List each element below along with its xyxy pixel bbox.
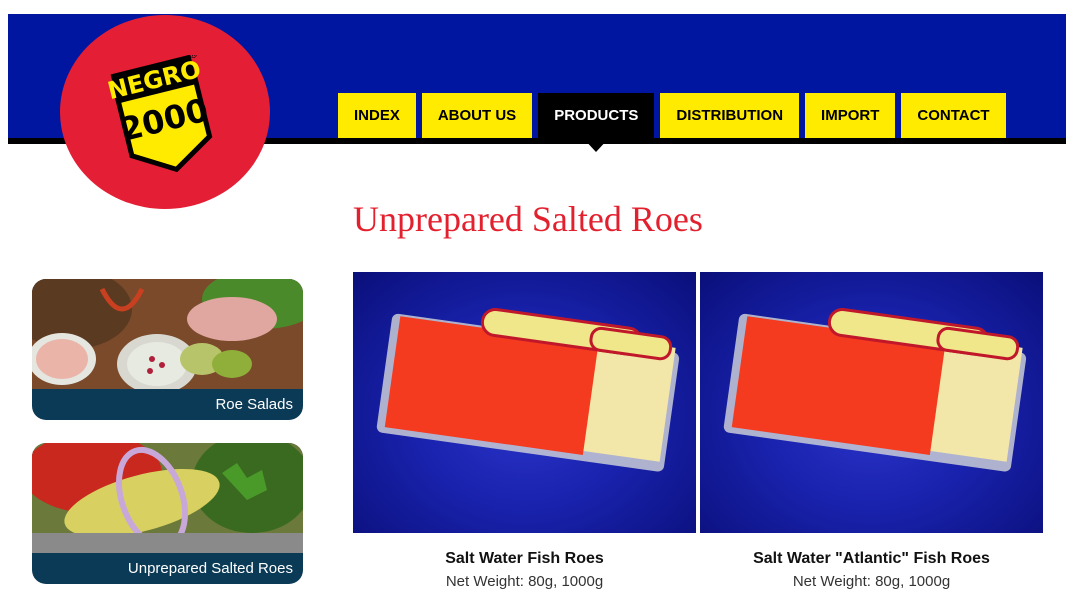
product-weight: Net Weight: 80g, 1000g bbox=[792, 573, 951, 590]
nav-about-us[interactable]: ABOUT US bbox=[421, 93, 533, 138]
sidebar-item-roe-salads[interactable]: Roe Salads bbox=[32, 279, 303, 420]
logo-badge-icon: NEGRO 2000 ® bbox=[105, 49, 213, 173]
sidebar-item-label: Roe Salads bbox=[215, 396, 293, 413]
product-weight: Net Weight: 80g, 1000g bbox=[445, 573, 604, 590]
nav-products[interactable]: PRODUCTS bbox=[538, 93, 655, 152]
sidebar-item-label: Unprepared Salted Roes bbox=[127, 560, 293, 577]
nav-import[interactable]: IMPORT bbox=[805, 93, 896, 138]
product-card: Salt Water "Atlantic" Fish Roes Net Weig… bbox=[700, 272, 1043, 590]
nav-distribution[interactable]: DISTRIBUTION bbox=[660, 93, 800, 138]
product-image[interactable] bbox=[700, 272, 1043, 533]
roe-salads-image bbox=[32, 279, 303, 389]
nav-index[interactable]: INDEX bbox=[338, 93, 416, 138]
sidebar-item-unprepared-salted-roes[interactable]: Unprepared Salted Roes bbox=[32, 443, 303, 584]
product-name: Salt Water Fish Roes bbox=[445, 550, 604, 567]
product-name: Salt Water "Atlantic" Fish Roes bbox=[753, 550, 990, 567]
product-card: Salt Water Fish Roes Net Weight: 80g, 10… bbox=[353, 272, 696, 590]
salted-roes-image bbox=[32, 443, 303, 553]
product-image[interactable] bbox=[353, 272, 696, 533]
logo[interactable]: NEGRO 2000 ® bbox=[105, 49, 218, 175]
main-nav: INDEX ABOUT US PRODUCTS DISTRIBUTION IMP… bbox=[338, 93, 1006, 152]
page-title: Unprepared Salted Roes bbox=[353, 199, 703, 239]
nav-contact[interactable]: CONTACT bbox=[901, 93, 1006, 138]
